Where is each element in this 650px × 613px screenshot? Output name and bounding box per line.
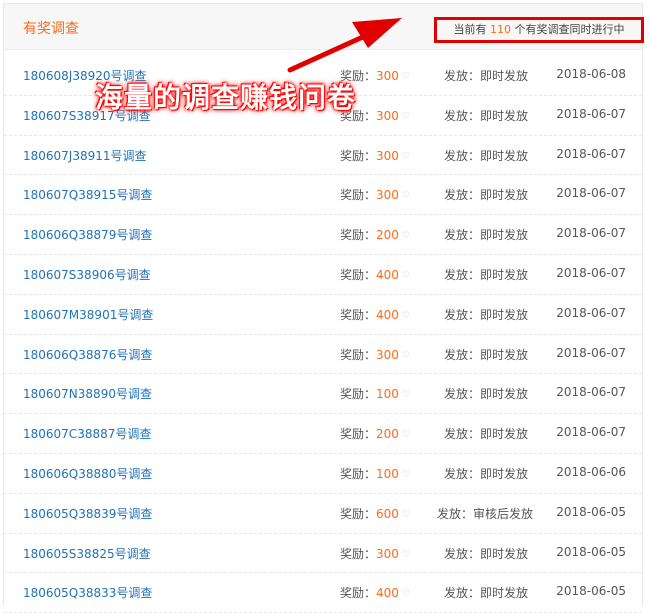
overlay-caption: 海量的调查赚钱问卷 [95, 81, 357, 114]
